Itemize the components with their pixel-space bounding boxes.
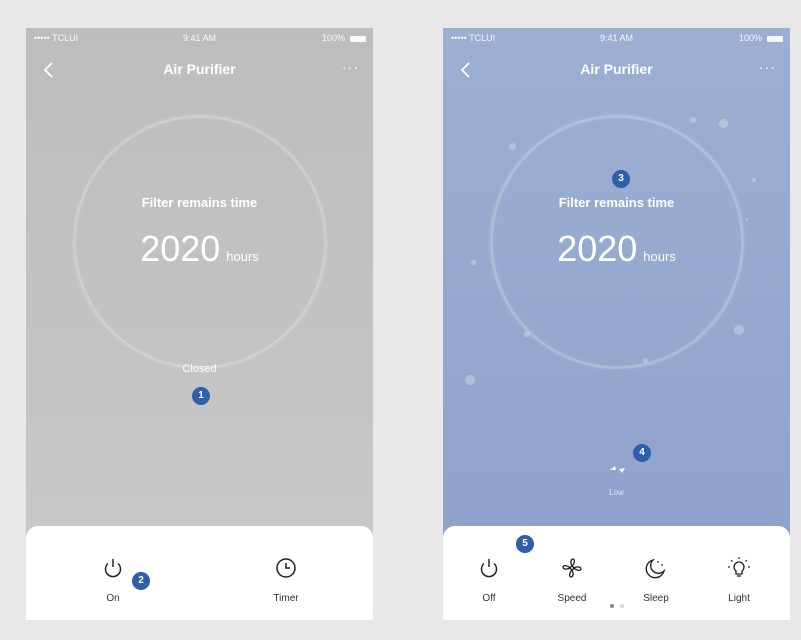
page-dot[interactable] — [609, 604, 614, 608]
air-bubble — [719, 119, 728, 128]
power-icon — [104, 559, 122, 578]
annotation-marker-1: 1 — [192, 387, 210, 405]
clock-time: 9:41 AM — [599, 33, 634, 43]
battery-icon — [767, 36, 783, 42]
air-bubble — [465, 375, 475, 385]
page-indicator — [443, 595, 790, 613]
clock-time: 9:41 AM — [182, 33, 217, 43]
power-icon — [480, 559, 498, 578]
filter-label: Filter remains time — [558, 195, 675, 210]
annotation-marker-3: 3 — [612, 170, 630, 188]
fan-icon — [562, 558, 582, 578]
nav-bar: Air Purifier ··· — [26, 58, 373, 82]
battery-percent: 100% — [321, 33, 345, 43]
moon-icon — [645, 558, 666, 579]
annotation-marker-2: 2 — [132, 572, 150, 590]
battery-icon — [350, 36, 366, 42]
power-on-label: On — [106, 593, 120, 604]
filter-hours-unit: hours — [643, 249, 676, 264]
clock-icon — [276, 558, 296, 578]
fan-speed-label: Low — [609, 488, 624, 497]
air-bubble — [752, 178, 756, 182]
filter-hours-unit: hours — [226, 249, 259, 264]
status-bar: ••••• TCLUI 9:41 AM 100% — [26, 28, 373, 48]
timer-label: Timer — [273, 593, 299, 604]
control-panel: On 2 Timer — [26, 526, 373, 620]
bulb-icon — [728, 557, 750, 577]
phone-screen-running: ••••• TCLUI 9:41 AM 100% Air Purifier ··… — [443, 28, 790, 620]
filter-value: 2020 hours — [443, 228, 790, 270]
phone-screen-closed: ••••• TCLUI 9:41 AM 100% Air Purifier ··… — [26, 28, 373, 620]
page-title: Air Purifier — [580, 61, 653, 77]
timer-button[interactable]: Timer — [256, 556, 316, 604]
air-bubble — [690, 117, 696, 123]
filter-hours-number: 2020 — [557, 228, 638, 269]
page-dot[interactable] — [619, 604, 624, 608]
filter-value: 2020 hours — [26, 228, 373, 270]
more-icon[interactable]: ··· — [759, 59, 776, 75]
fan-speed-icon — [610, 466, 625, 473]
filter-hours-number: 2020 — [140, 228, 221, 269]
control-panel: 5 Off Speed Sleep Light — [443, 526, 790, 620]
air-bubble — [509, 143, 516, 150]
air-bubble — [745, 218, 748, 221]
annotation-marker-4: 4 — [633, 444, 651, 462]
page-title: Air Purifier — [163, 61, 236, 77]
battery-percent: 100% — [738, 33, 762, 43]
annotation-marker-5: 5 — [516, 535, 534, 553]
status-bar: ••••• TCLUI 9:41 AM 100% — [443, 28, 790, 48]
device-status-text: Closed — [182, 363, 217, 375]
more-icon[interactable]: ··· — [342, 59, 359, 75]
filter-label: Filter remains time — [141, 195, 258, 210]
air-bubble — [734, 325, 744, 335]
nav-bar: Air Purifier ··· — [443, 58, 790, 82]
